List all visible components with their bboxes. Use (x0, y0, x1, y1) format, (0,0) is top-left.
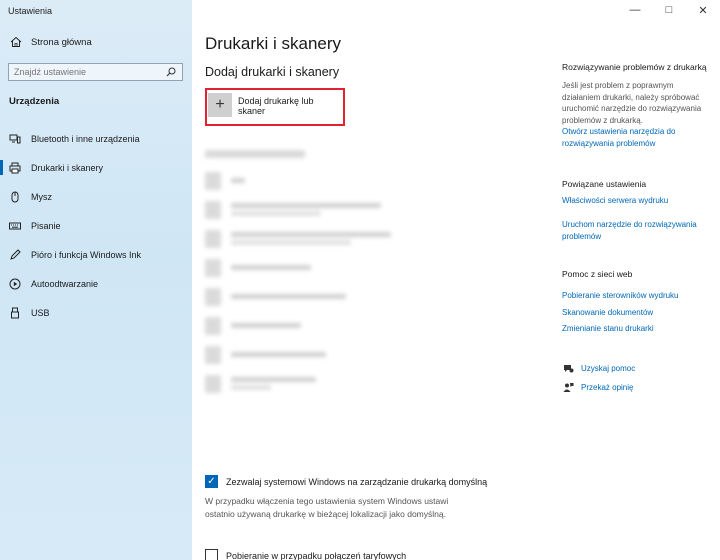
printer-icon (205, 258, 221, 277)
sidebar-item-label: Pisanie (31, 220, 61, 231)
add-printer-button[interactable]: + Dodaj drukarkę lub skaner (208, 93, 343, 117)
blurred-printer-list (205, 150, 391, 398)
metered-setting: Pobieranie w przypadku połączeń taryfowy… (205, 549, 406, 560)
run-troubleshooter-link[interactable]: Uruchom narzędzie do rozwiązywania probl… (562, 219, 714, 242)
minimize-icon: — (629, 4, 641, 16)
related-heading: Powiązane ustawienia (562, 179, 647, 189)
feedback-icon (562, 381, 574, 393)
list-item (205, 311, 391, 340)
printer-icon (205, 345, 221, 364)
default-printer-description: W przypadku włączenia tego ustawienia sy… (205, 496, 449, 519)
search-icon[interactable] (165, 66, 177, 78)
blurred-list-heading (205, 150, 305, 158)
add-printer-highlight: + Dodaj drukarkę lub skaner (205, 88, 345, 126)
home-link[interactable]: Strona główna (10, 36, 92, 48)
sidebar-nav: Bluetooth i inne urządzenia Drukarki i s… (0, 124, 192, 327)
troubleshoot-link[interactable]: Otwórz ustawienia narzędzia do rozwiązyw… (562, 126, 714, 149)
metered-label: Pobieranie w przypadku połączeń taryfowy… (226, 550, 407, 560)
sidebar: Ustawienia Strona główna Urządzenia Blue… (0, 0, 192, 560)
web-help-heading: Pomoc z sieci web (562, 269, 633, 279)
sidebar-item-printers[interactable]: Drukarki i skanery (0, 153, 192, 182)
usb-icon (9, 307, 21, 319)
printer-icon (205, 200, 221, 219)
list-item (205, 166, 391, 195)
default-printer-checkbox[interactable]: ✓ (205, 475, 218, 488)
feedback-label: Przekaż opinię (581, 382, 634, 392)
sidebar-item-label: Autoodtwarzanie (31, 278, 99, 289)
minimize-button[interactable]: — (618, 0, 652, 20)
add-section-title: Dodaj drukarki i skanery (205, 65, 340, 79)
bluetooth-icon (9, 133, 21, 145)
list-item (205, 224, 391, 253)
download-drivers-link[interactable]: Pobieranie sterowników wydruku (562, 290, 714, 302)
list-item (205, 340, 391, 369)
list-item (205, 282, 391, 311)
sidebar-item-pen[interactable]: Pióro i funkcja Windows Ink (0, 240, 192, 269)
add-printer-label: Dodaj drukarkę lub skaner (237, 96, 314, 116)
maximize-button[interactable]: □ (652, 0, 686, 20)
chat-help-icon (562, 362, 574, 374)
sidebar-item-typing[interactable]: Pisanie (0, 211, 192, 240)
troubleshoot-text: Jeśli jest problem z poprawnym działanie… (562, 81, 702, 125)
feedback-link[interactable]: Przekaż opinię (562, 381, 633, 393)
sidebar-item-label: Bluetooth i inne urządzenia (31, 133, 140, 144)
window-controls: — □ ✕ (618, 0, 720, 20)
printer-icon (9, 162, 21, 174)
plus-icon: + (208, 93, 232, 117)
search-box[interactable] (8, 63, 183, 81)
list-item (205, 369, 391, 398)
search-input[interactable] (14, 67, 154, 77)
sidebar-item-usb[interactable]: USB (0, 298, 192, 327)
sidebar-item-label: USB (31, 307, 50, 318)
default-printer-setting: ✓ Zezwalaj systemowi Windows na zarządza… (205, 475, 487, 488)
list-item (205, 253, 391, 282)
close-button[interactable]: ✕ (686, 0, 720, 20)
print-server-link[interactable]: Właściwości serwera wydruku (562, 195, 714, 207)
scan-documents-link[interactable]: Skanowanie dokumentów (562, 307, 714, 319)
printer-icon (205, 229, 221, 248)
maximize-icon: □ (665, 4, 673, 16)
window-title: Ustawienia (8, 6, 53, 16)
keyboard-icon (9, 220, 21, 232)
printer-status-link[interactable]: Zmienianie stanu drukarki (562, 323, 714, 335)
get-help-link[interactable]: Uzyskaj pomoc (562, 362, 635, 374)
sidebar-item-autoplay[interactable]: Autoodtwarzanie (0, 269, 192, 298)
printer-icon (205, 171, 221, 190)
list-item (205, 195, 391, 224)
sidebar-item-bluetooth[interactable]: Bluetooth i inne urządzenia (0, 124, 192, 153)
sidebar-item-label: Drukarki i skanery (31, 162, 104, 173)
autoplay-icon (9, 278, 21, 290)
home-icon (10, 36, 22, 48)
default-printer-label: Zezwalaj systemowi Windows na zarządzani… (226, 476, 488, 487)
troubleshoot-heading: Rozwiązywanie problemów z drukarką (562, 62, 707, 72)
close-icon: ✕ (698, 4, 708, 17)
sidebar-item-label: Mysz (31, 191, 52, 202)
pen-icon (9, 248, 21, 261)
mouse-icon (9, 191, 21, 203)
home-label: Strona główna (31, 36, 92, 48)
page-title: Drukarki i skanery (205, 34, 342, 53)
sidebar-item-label: Pióro i funkcja Windows Ink (31, 249, 142, 260)
printer-icon (205, 287, 221, 306)
metered-checkbox[interactable] (205, 549, 218, 560)
section-title: Urządzenia (9, 96, 60, 107)
sidebar-item-mouse[interactable]: Mysz (0, 182, 192, 211)
get-help-label: Uzyskaj pomoc (581, 363, 636, 373)
printer-icon (205, 316, 221, 335)
printer-icon (205, 374, 221, 393)
